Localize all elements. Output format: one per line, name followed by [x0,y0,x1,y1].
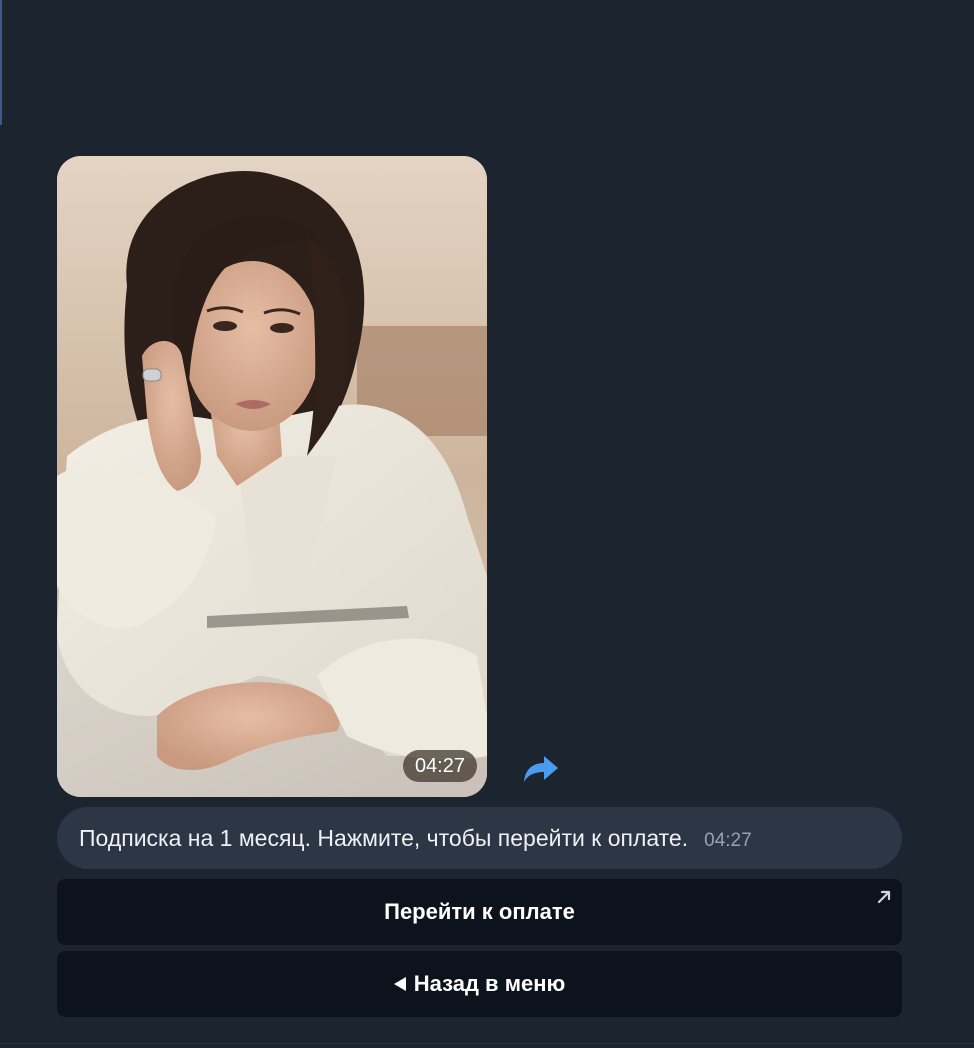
divider [0,1043,974,1044]
photo-message[interactable]: 04:27 [57,156,487,797]
woman-portrait-photo [57,156,487,797]
triangle-left-icon [393,977,406,991]
text-message-bubble: Подписка на 1 месяц. Нажмите, чтобы пере… [57,807,902,869]
back-to-menu-button[interactable]: Назад в меню [57,951,902,1017]
message-timestamp: 04:27 [704,830,752,851]
arrow-up-right-icon [877,890,891,904]
chat-area: 04:27 Подписка на 1 месяц. Нажмите, чтоб… [0,0,974,1048]
left-edge-indicator [0,0,2,125]
photo-timestamp: 04:27 [402,750,477,782]
go-to-payment-label: Перейти к оплате [384,899,575,924]
share-arrow-icon[interactable] [522,750,562,786]
message-text: Подписка на 1 месяц. Нажмите, чтобы пере… [79,824,689,851]
go-to-payment-button[interactable]: Перейти к оплате [57,879,902,945]
back-to-menu-label: Назад в меню [413,971,566,996]
